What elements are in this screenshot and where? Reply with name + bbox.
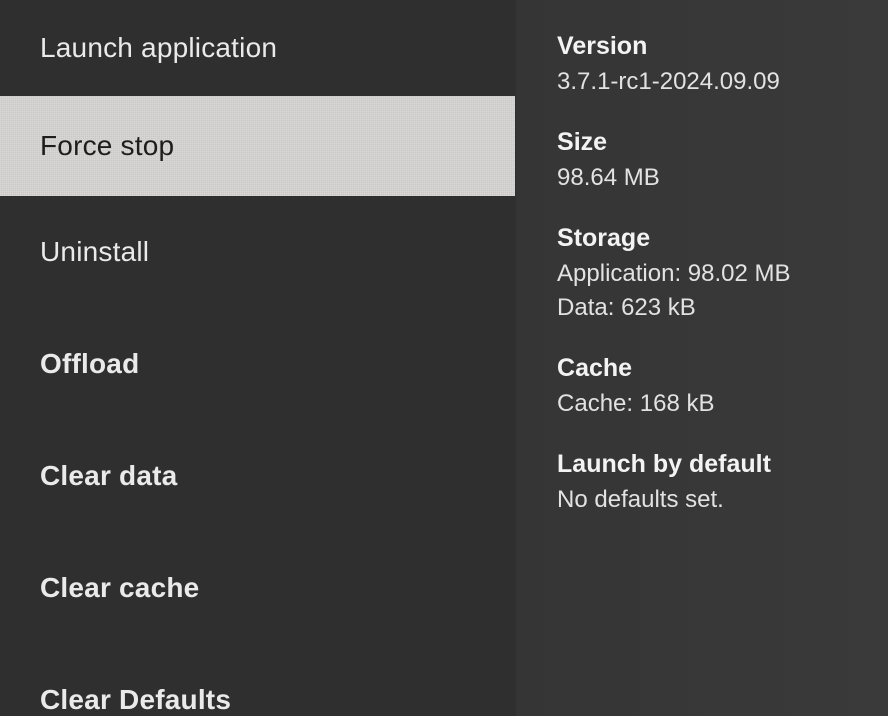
info-storage: Storage Application: 98.02 MB Data: 623 … <box>557 224 864 327</box>
info-storage-data: Data: 623 kB <box>557 291 864 326</box>
info-version: Version 3.7.1-rc1-2024.09.09 <box>557 32 864 100</box>
menu-item-launch-application[interactable]: Launch application <box>0 10 515 96</box>
menu-item-clear-cache[interactable]: Clear cache <box>0 532 515 644</box>
menu-item-clear-defaults[interactable]: Clear Defaults <box>0 644 515 716</box>
info-version-value: 3.7.1-rc1-2024.09.09 <box>557 65 864 100</box>
app-info-panel: Version 3.7.1-rc1-2024.09.09 Size 98.64 … <box>515 0 888 704</box>
info-storage-application: Application: 98.02 MB <box>557 257 864 292</box>
info-launch-default-label: Launch by default <box>557 450 864 479</box>
info-cache-label: Cache <box>557 354 864 383</box>
info-size: Size 98.64 MB <box>557 128 864 196</box>
info-launch-default-value: No defaults set. <box>557 483 864 518</box>
info-launch-default: Launch by default No defaults set. <box>557 450 864 518</box>
info-size-value: 98.64 MB <box>557 161 864 196</box>
info-cache-value: Cache: 168 kB <box>557 387 864 422</box>
menu-item-offload[interactable]: Offload <box>0 308 515 420</box>
menu-item-force-stop[interactable]: Force stop <box>0 96 515 196</box>
menu-item-uninstall[interactable]: Uninstall <box>0 196 515 308</box>
info-version-label: Version <box>557 32 864 61</box>
info-cache: Cache Cache: 168 kB <box>557 354 864 422</box>
info-storage-label: Storage <box>557 224 864 253</box>
menu-item-clear-data[interactable]: Clear data <box>0 420 515 532</box>
info-size-label: Size <box>557 128 864 157</box>
app-actions-menu: Launch application Force stop Uninstall … <box>0 0 515 704</box>
